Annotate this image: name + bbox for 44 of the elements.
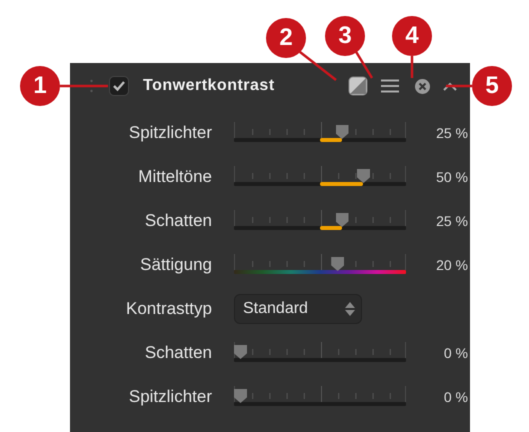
callout-badge: 1 bbox=[20, 66, 60, 106]
slider[interactable] bbox=[234, 122, 406, 144]
value-readout: 25 % bbox=[436, 213, 468, 229]
compare-icon[interactable] bbox=[348, 76, 368, 96]
collapse-icon[interactable] bbox=[443, 82, 457, 90]
slider-thumb[interactable] bbox=[336, 213, 348, 227]
slider[interactable] bbox=[234, 210, 406, 232]
menu-icon[interactable] bbox=[381, 79, 399, 93]
slider[interactable] bbox=[234, 342, 406, 364]
row-label: Spitzlichter bbox=[128, 387, 212, 407]
slider-thumb[interactable] bbox=[336, 125, 348, 139]
slider[interactable] bbox=[234, 254, 406, 276]
row-label: Spitzlichter bbox=[128, 123, 212, 143]
row-label: Schatten bbox=[144, 211, 212, 231]
value-readout: 20 % bbox=[436, 257, 468, 273]
row-label: Sättigung bbox=[140, 255, 212, 275]
value-readout: 0 % bbox=[444, 389, 468, 405]
slider-thumb[interactable] bbox=[331, 257, 344, 271]
callout-badge: 5 bbox=[472, 66, 512, 106]
slider[interactable] bbox=[234, 386, 406, 408]
leader-line bbox=[446, 84, 472, 88]
value-readout: 50 % bbox=[436, 169, 468, 185]
leader-line bbox=[354, 49, 374, 79]
callout-badge: 2 bbox=[266, 18, 306, 58]
slider-thumb[interactable] bbox=[234, 389, 247, 403]
enable-checkbox[interactable] bbox=[109, 76, 129, 96]
check-icon bbox=[112, 80, 126, 92]
contrast-type-dropdown[interactable]: Standard bbox=[234, 294, 362, 324]
row-label: Schatten bbox=[144, 343, 212, 363]
row-label: Mitteltöne bbox=[138, 167, 212, 187]
row-label: Kontrasttyp bbox=[126, 299, 212, 319]
stepper-icon bbox=[345, 301, 355, 317]
slider[interactable] bbox=[234, 166, 406, 188]
value-readout: 0 % bbox=[444, 345, 468, 361]
panel-title: Tonwertkontrast bbox=[143, 77, 276, 95]
leader-line bbox=[410, 56, 414, 78]
callout-badge: 4 bbox=[392, 16, 432, 56]
callout-badge: 3 bbox=[325, 16, 365, 56]
leader-line bbox=[299, 51, 337, 81]
leader-line bbox=[60, 84, 108, 88]
close-icon[interactable] bbox=[415, 78, 430, 94]
value-readout: 25 % bbox=[436, 125, 468, 141]
slider-thumb[interactable] bbox=[357, 169, 370, 183]
slider-thumb[interactable] bbox=[234, 345, 247, 359]
